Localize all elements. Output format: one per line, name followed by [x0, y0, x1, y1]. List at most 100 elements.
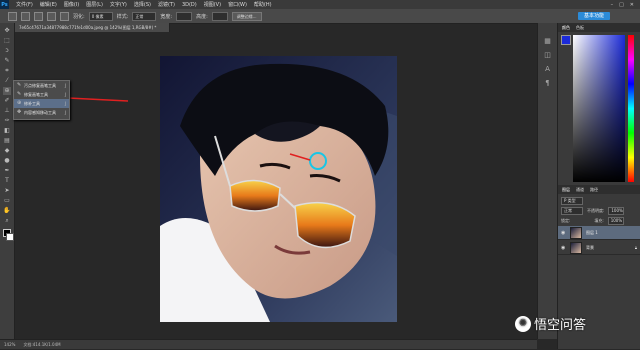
blur-tool-icon[interactable]: ◆	[3, 147, 11, 155]
width-input[interactable]	[176, 11, 193, 21]
layer-filter-select[interactable]: P 类型	[561, 196, 583, 205]
menu-help[interactable]: 帮助(H)	[254, 1, 272, 8]
feather-input[interactable]: 0 像素	[88, 11, 113, 21]
hue-slider[interactable]	[628, 35, 634, 182]
eye-icon[interactable]: ◉	[561, 245, 566, 251]
refine-edge-button[interactable]: 调整边缘...	[231, 11, 262, 21]
flyout-item-label: 修复画笔工具	[24, 91, 48, 97]
flyout-item[interactable]: ✎ 修复画笔工具 J	[14, 90, 69, 99]
flyout-item[interactable]: ✥ 内容感知移动工具 J	[14, 108, 69, 117]
workspace-button[interactable]: 基本功能	[577, 12, 610, 20]
maximize-button[interactable]: □	[619, 2, 624, 8]
flyout-item-label: 污点修复画笔工具	[24, 82, 56, 88]
tool-preset-icon[interactable]	[8, 11, 17, 21]
close-button[interactable]: ✕	[630, 2, 634, 8]
tab-layers[interactable]: 图层	[562, 187, 570, 193]
lock-label: 锁定:	[561, 217, 571, 223]
pen-tool-icon[interactable]: ✒	[3, 167, 11, 175]
color-picker-field[interactable]	[573, 35, 625, 182]
tab-color[interactable]: 颜色	[562, 25, 570, 31]
style-select[interactable]: 正常	[132, 11, 157, 21]
color-panel-tabs: 颜色 色板	[558, 23, 640, 32]
eyedropper-tool-icon[interactable]: ⁄	[3, 77, 11, 85]
move-tool-icon[interactable]: ✥	[3, 27, 11, 35]
tab-channels[interactable]: 通道	[576, 187, 584, 193]
healing-brush-icon: ✎	[17, 91, 22, 97]
dodge-tool-icon[interactable]: ●	[3, 157, 11, 165]
eye-icon[interactable]: ◉	[561, 230, 566, 236]
fill-input[interactable]: 100%	[607, 216, 624, 225]
shape-tool-icon[interactable]: ▭	[3, 197, 11, 205]
new-selection-icon[interactable]	[21, 11, 30, 21]
layer-row[interactable]: ◉ 背景 🔒︎	[558, 241, 640, 255]
zoom-tool-icon[interactable]: ⌕	[3, 217, 11, 225]
intersect-selection-icon[interactable]	[60, 11, 69, 21]
flyout-item-active[interactable]: ⊕ 修补工具 J	[14, 99, 69, 108]
watermark-text: 悟空问答	[534, 318, 587, 333]
flyout-item-shortcut: J	[64, 110, 66, 115]
paragraph-panel-icon[interactable]: ¶	[543, 79, 552, 88]
menu-layer[interactable]: 图层(L)	[86, 1, 103, 8]
flyout-item-shortcut: J	[64, 101, 66, 106]
opacity-input[interactable]: 100%	[608, 206, 625, 215]
layers-panel-tabs: 图层 通道 路径	[558, 185, 640, 194]
gradient-tool-icon[interactable]: ▤	[3, 137, 11, 145]
patch-icon: ⊕	[17, 100, 22, 106]
blend-mode-select[interactable]: 正常	[561, 206, 583, 215]
lock-row: 锁定: 填充: 100%	[561, 216, 624, 225]
annotation-circle	[309, 152, 327, 170]
subtract-selection-icon[interactable]	[47, 11, 56, 21]
height-input[interactable]	[211, 11, 228, 21]
flyout-item-shortcut: J	[64, 92, 66, 97]
flyout-item-label: 内容感知移动工具	[24, 109, 56, 115]
menu-3d[interactable]: 3D(D)	[182, 2, 197, 8]
menu-window[interactable]: 窗口(W)	[228, 1, 247, 8]
quick-select-tool-icon[interactable]: ✎	[3, 57, 11, 65]
layer-row-selected[interactable]: ◉ 图层 1	[558, 226, 640, 240]
menu-view[interactable]: 视图(V)	[204, 1, 221, 8]
menu-image[interactable]: 图像(I)	[64, 1, 79, 8]
hand-tool-icon[interactable]: ✋	[3, 207, 11, 215]
foreground-color-preview[interactable]	[561, 35, 571, 45]
width-label: 宽度:	[160, 13, 173, 20]
status-bar: 142% 文档:414.1K/1.04M	[0, 339, 537, 349]
window-controls: – □ ✕	[611, 2, 634, 8]
tab-swatches[interactable]: 色板	[576, 25, 584, 31]
document-photo[interactable]	[160, 56, 397, 322]
background-color-swatch[interactable]	[6, 233, 14, 241]
options-bar: 羽化: 0 像素 样式: 正常 宽度: 高度: 调整边缘... 基本功能	[0, 9, 640, 24]
marquee-tool-icon[interactable]: ⬚	[3, 37, 11, 45]
tab-paths[interactable]: 路径	[590, 187, 598, 193]
photoshop-logo: Ps	[0, 0, 9, 9]
menu-select[interactable]: 选择(S)	[134, 1, 151, 8]
menu-file[interactable]: 文件(F)	[16, 1, 33, 8]
properties-panel-icon[interactable]: ◫	[543, 51, 552, 60]
menu-edit[interactable]: 编辑(E)	[40, 1, 57, 8]
history-panel-icon[interactable]: ▦	[543, 37, 552, 46]
document-tab[interactable]: 7e65c47671a34877988c771fe1d00a.jpeg @ 14…	[15, 23, 170, 32]
wukong-logo-icon: ✺	[515, 315, 531, 332]
lock-icon: 🔒︎	[634, 245, 637, 250]
layer-thumbnail	[570, 226, 582, 239]
menu-filter[interactable]: 滤镜(T)	[158, 1, 175, 8]
flyout-item[interactable]: ✎ 污点修复画笔工具 J	[14, 81, 69, 90]
path-select-tool-icon[interactable]: ➤	[3, 187, 11, 195]
minimize-button[interactable]: –	[611, 2, 614, 8]
crop-tool-icon[interactable]: ⌗	[3, 67, 11, 75]
blend-row: 正常 不透明度: 100%	[561, 206, 625, 215]
eraser-tool-icon[interactable]: ◧	[3, 127, 11, 135]
menu-type[interactable]: 文字(Y)	[110, 1, 127, 8]
stamp-tool-icon[interactable]: ⊥	[3, 107, 11, 115]
adjustments-panel-icon[interactable]: A	[543, 65, 552, 74]
zoom-level[interactable]: 142%	[4, 340, 15, 349]
content-aware-move-icon: ✥	[17, 109, 22, 115]
brush-tool-icon[interactable]: ✐	[3, 97, 11, 105]
patch-tool-icon[interactable]: ⊕	[3, 87, 11, 95]
add-selection-icon[interactable]	[34, 11, 43, 21]
document-info: 文档:414.1K/1.04M	[23, 342, 61, 347]
type-tool-icon[interactable]: T	[3, 177, 11, 185]
lasso-tool-icon[interactable]: ↄ	[3, 47, 11, 55]
history-brush-tool-icon[interactable]: ✑	[3, 117, 11, 125]
tools-panel: ✥ ⬚ ↄ ✎ ⌗ ⁄ ⊕ ✐ ⊥ ✑ ◧ ▤ ◆ ● ✒ T ➤ ▭ ✋ ⌕	[0, 23, 15, 339]
right-panel: 颜色 色板 图层 通道 路径 P 类型 正常 不透明度: 100% 锁定: 填充…	[557, 23, 640, 349]
